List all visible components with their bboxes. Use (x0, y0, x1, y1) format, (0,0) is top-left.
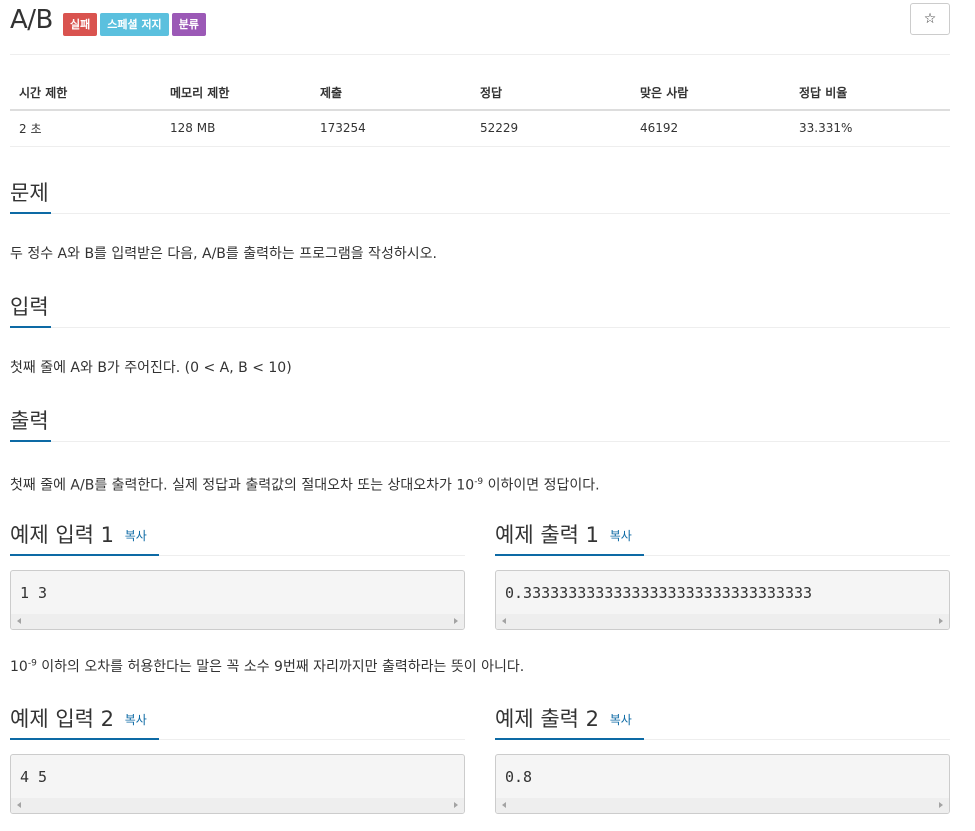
input-section: 입력 첫째 줄에 A와 B가 주어진다. (0 < A, B < 10) (10, 294, 950, 378)
copy-button[interactable]: 복사 (125, 529, 147, 543)
sample-output-code-box[interactable]: 0.33333333333333333333333333333333 (495, 570, 950, 630)
sample-explanation: 10-9 이하의 오차를 허용한다는 말은 꼭 소수 9번째 자리까지만 출력하… (10, 656, 524, 676)
value-ratio: 33.331% (790, 110, 950, 147)
sample-header: 예제 입력 1 복사 (10, 522, 465, 556)
sample-input-code-box[interactable]: 1 3 (10, 570, 465, 630)
scroll-right-icon[interactable] (939, 802, 943, 808)
value-time-limit: 2 초 (10, 110, 161, 147)
sample-output-1: 예제 출력 1 복사 0.333333333333333333333333333… (495, 522, 950, 630)
info-table-header-row: 시간 제한 메모리 제한 제출 정답 맞은 사람 정답 비율 (10, 76, 950, 111)
sample-output-title: 예제 출력 1 복사 (495, 522, 644, 556)
output-text-exponent: -9 (474, 477, 484, 487)
header-ratio: 정답 비율 (790, 76, 950, 111)
header-submissions: 제출 (311, 76, 471, 111)
section-title-problem: 문제 (10, 180, 51, 214)
input-description-text: 첫째 줄에 A와 B가 주어진다. (0 < A, B < 10) (10, 360, 292, 376)
problem-description-section: 문제 두 정수 A와 B를 입력받은 다음, A/B를 출력하는 프로그램을 작… (10, 180, 950, 264)
value-solved-users: 46192 (631, 110, 790, 147)
copy-button[interactable]: 복사 (610, 713, 632, 727)
favorite-star-button[interactable]: ☆ (910, 3, 950, 35)
horizontal-scrollbar[interactable] (11, 798, 464, 813)
scroll-right-icon[interactable] (939, 618, 943, 624)
copy-button[interactable]: 복사 (125, 713, 147, 727)
sample-input-2: 예제 입력 2 복사 4 5 (10, 706, 465, 814)
label-category[interactable]: 분류 (171, 13, 206, 36)
horizontal-scrollbar[interactable] (496, 798, 949, 813)
sample-input-1: 예제 입력 1 복사 1 3 (10, 522, 465, 630)
note-text: 이하의 오차를 허용한다는 말은 꼭 소수 9번째 자리까지만 출력하라는 뜻이… (36, 659, 525, 675)
section-title-output: 출력 (10, 408, 51, 442)
scroll-left-icon[interactable] (17, 802, 21, 808)
value-accepted: 52229 (471, 110, 631, 147)
sample-input-code: 4 5 (20, 768, 48, 786)
sample-output-title-text: 예제 출력 1 (495, 523, 599, 547)
sample-input-title: 예제 입력 1 복사 (10, 522, 159, 556)
header-time-limit: 시간 제한 (10, 76, 161, 111)
note-exponent: -9 (27, 658, 37, 669)
section-header: 출력 (10, 408, 950, 442)
star-icon: ☆ (923, 11, 937, 27)
sample-input-title-text: 예제 입력 1 (10, 523, 114, 547)
horizontal-scrollbar[interactable] (11, 614, 464, 629)
info-table-row: 2 초 128 MB 173254 52229 46192 33.331% (10, 110, 950, 147)
output-text-after: 이하이면 정답이다. (483, 477, 600, 494)
sample-output-code-box[interactable]: 0.8 (495, 754, 950, 814)
section-title-input: 입력 (10, 294, 51, 328)
section-header: 입력 (10, 294, 950, 328)
output-section: 출력 첫째 줄에 A/B를 출력한다. 실제 정답과 출력값의 절대오차 또는 … (10, 408, 950, 496)
label-fail: 실패 (63, 13, 98, 36)
problem-title: A/B (10, 5, 53, 35)
value-memory-limit: 128 MB (161, 110, 311, 147)
label-special-judge: 스페셜 저지 (100, 13, 169, 36)
sample-input-title-text: 예제 입력 2 (10, 707, 114, 731)
note-base: 10 (10, 659, 28, 675)
output-description-text: 첫째 줄에 A/B를 출력한다. 실제 정답과 출력값의 절대오차 또는 상대오… (10, 472, 950, 496)
value-submissions: 173254 (311, 110, 471, 147)
sample-output-title: 예제 출력 2 복사 (495, 706, 644, 740)
horizontal-scrollbar[interactable] (496, 614, 949, 629)
sample-input-code: 1 3 (20, 584, 48, 602)
copy-button[interactable]: 복사 (610, 529, 632, 543)
scroll-left-icon[interactable] (502, 618, 506, 624)
header-accepted: 정답 (471, 76, 631, 111)
sample-input-title: 예제 입력 2 복사 (10, 706, 159, 740)
problem-header: A/B 실패 스페셜 저지 분류 ☆ (10, 0, 950, 55)
output-text-before: 첫째 줄에 A/B를 출력한다. 실제 정답과 출력값의 절대오차 또는 상대오… (10, 477, 475, 494)
header-memory-limit: 메모리 제한 (161, 76, 311, 111)
section-header: 문제 (10, 180, 950, 214)
scroll-right-icon[interactable] (454, 618, 458, 624)
scroll-left-icon[interactable] (17, 618, 21, 624)
header-solved-users: 맞은 사람 (631, 76, 790, 111)
problem-info-table: 시간 제한 메모리 제한 제출 정답 맞은 사람 정답 비율 2 초 128 M… (10, 76, 950, 147)
sample-output-code: 0.33333333333333333333333333333333 (505, 584, 813, 602)
sample-header: 예제 출력 1 복사 (495, 522, 950, 556)
sample-header: 예제 입력 2 복사 (10, 706, 465, 740)
problem-description-text: 두 정수 A와 B를 입력받은 다음, A/B를 출력하는 프로그램을 작성하시… (10, 246, 437, 262)
problem-labels: 실패 스페셜 저지 분류 (63, 13, 206, 36)
scroll-right-icon[interactable] (454, 802, 458, 808)
sample-output-2: 예제 출력 2 복사 0.8 (495, 706, 950, 814)
sample-input-code-box[interactable]: 4 5 (10, 754, 465, 814)
sample-header: 예제 출력 2 복사 (495, 706, 950, 740)
scroll-left-icon[interactable] (502, 802, 506, 808)
sample-output-title-text: 예제 출력 2 (495, 707, 599, 731)
sample-output-code: 0.8 (505, 768, 533, 786)
